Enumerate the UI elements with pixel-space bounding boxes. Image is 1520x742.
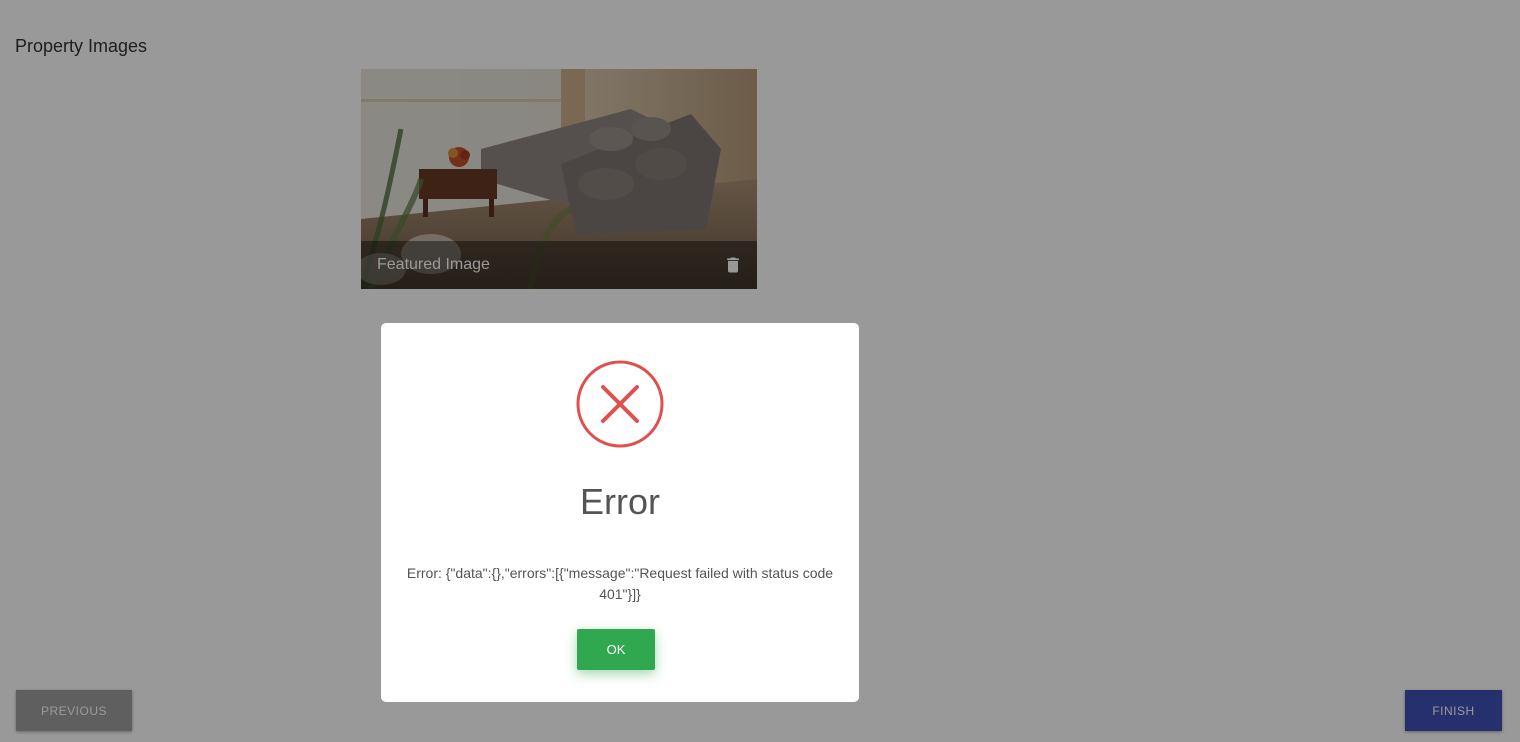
error-x-icon: [575, 359, 665, 449]
error-dialog: Error Error: {"data":{},"errors":[{"mess…: [381, 323, 859, 702]
dialog-message: Error: {"data":{},"errors":[{"message":"…: [406, 565, 834, 602]
ok-button[interactable]: OK: [577, 629, 655, 670]
dialog-title: Error: [580, 481, 660, 522]
